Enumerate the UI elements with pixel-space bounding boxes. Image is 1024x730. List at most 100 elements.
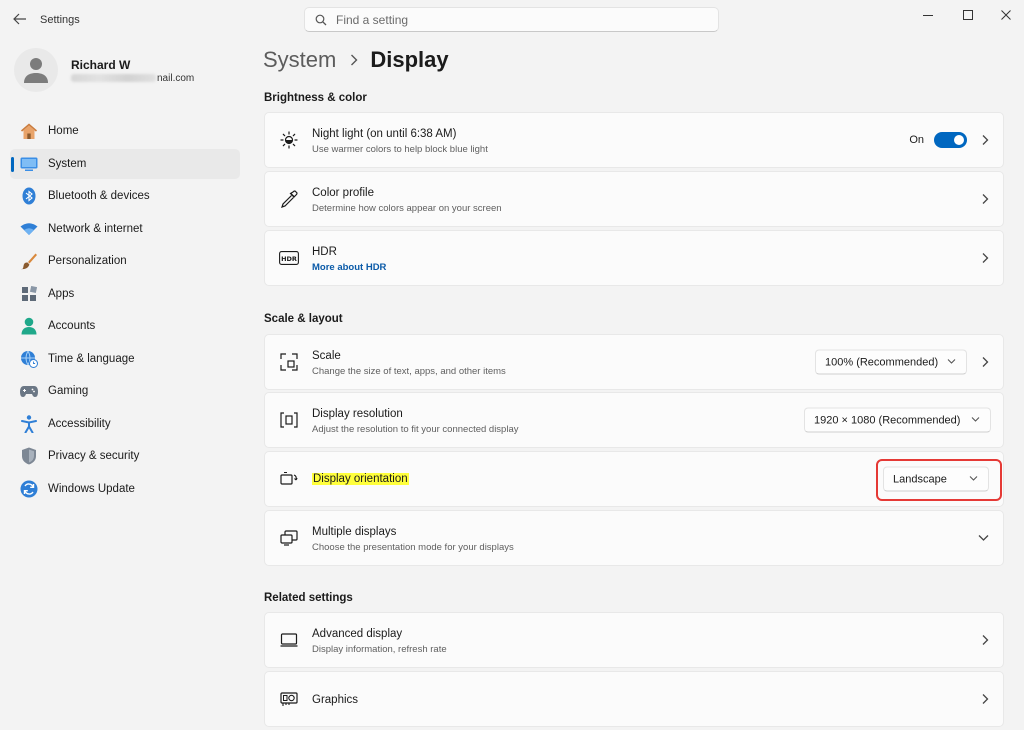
eyedropper-icon: [279, 189, 299, 209]
multiple-displays-card[interactable]: Multiple displays Choose the presentatio…: [264, 510, 1004, 566]
sidebar-item-system[interactable]: System: [10, 148, 240, 179]
advanced-display-title: Advanced display: [312, 628, 403, 640]
minimize-icon: [923, 15, 933, 16]
toggle-knob: [954, 135, 964, 145]
accounts-icon: [20, 317, 38, 335]
sidebar-item-windows-update[interactable]: Windows Update: [10, 474, 240, 504]
brightness-icon: [279, 130, 299, 150]
wifi-icon: [20, 220, 38, 238]
more-about-hdr-link[interactable]: More about HDR: [312, 262, 386, 273]
chevron-right-icon: [982, 635, 989, 646]
scale-icon: [279, 352, 299, 372]
advanced-display-card[interactable]: Advanced display Display information, re…: [264, 612, 1004, 668]
sidebar-item-label: Accounts: [48, 320, 96, 332]
resolution-dropdown[interactable]: 1920 × 1080 (Recommended): [804, 407, 991, 433]
advanced-display-subtitle: Display information, refresh rate: [312, 644, 447, 655]
graphics-card[interactable]: Graphics: [264, 671, 1004, 727]
sidebar-item-time-language[interactable]: Time & language: [10, 344, 240, 374]
sidebar-item-label: Gaming: [48, 385, 89, 397]
chevron-right-icon: [982, 694, 989, 705]
sidebar-item-label: Network & internet: [48, 222, 143, 235]
sidebar-item-accounts[interactable]: Accounts: [10, 311, 240, 341]
sidebar-item-network[interactable]: Network & internet: [10, 214, 240, 244]
sidebar-item-label: System: [48, 157, 87, 170]
chevron-right-icon: [982, 194, 989, 205]
sidebar-item-apps[interactable]: Apps: [10, 279, 240, 309]
chevron-right-icon: [982, 253, 989, 264]
multiple-displays-subtitle: Choose the presentation mode for your di…: [312, 542, 514, 553]
title-bar: Settings: [0, 0, 1024, 40]
scale-dropdown[interactable]: 100% (Recommended): [815, 349, 967, 375]
close-icon: [1001, 10, 1011, 20]
sidebar-item-bluetooth[interactable]: Bluetooth & devices: [10, 181, 240, 211]
avatar: [14, 48, 58, 92]
hdr-card[interactable]: HDR HDR More about HDR: [264, 230, 1004, 286]
scale-subtitle: Change the size of text, apps, and other…: [312, 366, 506, 377]
sidebar-item-label: Accessibility: [48, 417, 111, 430]
close-button[interactable]: [986, 4, 1024, 26]
scale-title: Scale: [312, 350, 341, 362]
display-resolution-title: Display resolution: [312, 408, 403, 420]
hdr-title: HDR: [312, 246, 337, 258]
color-profile-card[interactable]: Color profile Determine how colors appea…: [264, 171, 1004, 227]
sidebar-item-label: Windows Update: [48, 482, 135, 495]
chevron-down-icon: [971, 417, 980, 423]
breadcrumb: System Display: [263, 47, 449, 73]
sidebar-item-gaming[interactable]: Gaming: [10, 376, 240, 406]
section-title-related: Related settings: [264, 592, 353, 604]
update-icon: [20, 480, 38, 498]
chevron-right-icon: [982, 135, 989, 146]
home-icon: [20, 122, 38, 140]
scale-card[interactable]: Scale Change the size of text, apps, and…: [264, 334, 1004, 390]
user-profile[interactable]: Richard W nail.com: [14, 48, 244, 92]
brush-icon: [20, 252, 38, 270]
color-profile-subtitle: Determine how colors appear on your scre…: [312, 203, 502, 214]
chevron-right-icon: [982, 357, 989, 368]
night-light-toggle[interactable]: [934, 132, 967, 148]
search-input[interactable]: [336, 12, 696, 27]
sidebar-item-label: Bluetooth & devices: [48, 190, 150, 202]
bluetooth-icon: [20, 187, 38, 205]
svg-text:HDR: HDR: [281, 255, 297, 263]
sidebar-item-accessibility[interactable]: Accessibility: [10, 409, 240, 439]
email-redacted: [71, 74, 156, 82]
search-icon: [315, 14, 327, 26]
display-resolution-subtitle: Adjust the resolution to fit your connec…: [312, 424, 519, 435]
maximize-button[interactable]: [948, 4, 988, 26]
sidebar-item-personalization[interactable]: Personalization: [10, 246, 240, 276]
sidebar-item-label: Apps: [48, 287, 75, 300]
sidebar-item-home[interactable]: Home: [10, 116, 240, 146]
night-light-card[interactable]: Night light (on until 6:38 AM) Use warme…: [264, 112, 1004, 168]
user-name: Richard W: [71, 58, 131, 72]
sidebar-item-privacy[interactable]: Privacy & security: [10, 441, 240, 471]
highlight: Display orientation: [312, 473, 409, 485]
sidebar-item-label: Home: [48, 125, 79, 137]
monitor-icon: [279, 630, 299, 650]
accessibility-icon: [20, 414, 38, 433]
minimize-button[interactable]: [908, 4, 948, 26]
scale-value: 100% (Recommended): [825, 356, 939, 368]
search-box[interactable]: [304, 7, 719, 32]
user-email: nail.com: [157, 73, 195, 84]
chevron-right-icon: [350, 54, 358, 66]
multiple-displays-icon: [279, 528, 299, 548]
display-resolution-card[interactable]: Display resolution Adjust the resolution…: [264, 392, 1004, 448]
hdr-icon: HDR: [279, 248, 299, 268]
sidebar-item-label: Personalization: [48, 255, 127, 267]
graphics-card-icon: [279, 689, 299, 709]
section-title-scale-layout: Scale & layout: [264, 313, 343, 325]
app-title: Settings: [40, 14, 80, 26]
chevron-down-icon: [947, 359, 956, 365]
orientation-icon: [279, 469, 299, 489]
page-title: Display: [370, 47, 449, 72]
resolution-value: 1920 × 1080 (Recommended): [814, 414, 961, 426]
graphics-title: Graphics: [312, 694, 359, 706]
annotation-highlight-box: [876, 459, 1002, 501]
back-button[interactable]: [10, 10, 30, 28]
gamepad-icon: [20, 382, 38, 400]
display-orientation-title: Display orientation: [312, 473, 409, 485]
shield-icon: [20, 447, 38, 465]
globe-clock-icon: [20, 350, 38, 368]
breadcrumb-parent[interactable]: System: [263, 47, 336, 73]
chevron-down-icon: [978, 535, 989, 542]
